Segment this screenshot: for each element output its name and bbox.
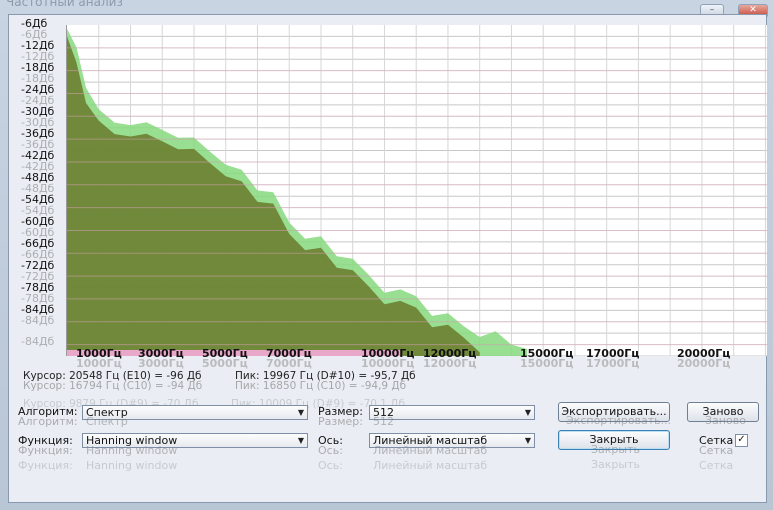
x-tick-label-ghost: 12000Гц [423, 357, 477, 370]
y-bottom-label: -84Дб [21, 335, 55, 348]
function-value-ghost-2: Hanning window [86, 459, 178, 472]
axis-label-ghost-2: Ось: [318, 459, 343, 472]
function-label-ghost-2: Функция: [18, 459, 73, 472]
y-tick-label-ghost: -84Дб [21, 314, 55, 327]
grid-label-ghost-2: Сетка [699, 459, 734, 472]
size-label-ghost: Размер: [318, 415, 363, 428]
close-label-ghost: Закрыть [591, 443, 640, 456]
title-bar[interactable]: Частотный анализ – ✕ [0, 0, 773, 18]
x-tick-label-ghost: 20000Гц [677, 357, 731, 370]
close-label-ghost-2: Закрыть [591, 458, 640, 471]
function-label-ghost: Функция: [18, 444, 73, 457]
x-tick-label-ghost: 3000Гц [138, 357, 184, 370]
frequency-analysis-window: Частотный анализ – ✕ -6Дб -6Дб -12Дб -12Дб -… [0, 0, 773, 510]
x-tick-label-ghost: 15000Гц [520, 357, 574, 370]
x-tick-label-ghost: 5000Гц [202, 357, 248, 370]
x-tick-label-ghost: 7000Гц [266, 357, 312, 370]
grid-label-ghost: Сетка [699, 444, 734, 457]
replot-label-ghost: Заново [705, 414, 746, 427]
chevron-down-icon: ▼ [524, 408, 531, 417]
chevron-down-icon: ▼ [297, 436, 304, 445]
spectrum-chart [67, 25, 767, 356]
chevron-down-icon: ▼ [524, 436, 531, 445]
axis-value-ghost: Линейный масштаб [373, 444, 488, 457]
algorithm-label-ghost: Алгоритм: [18, 415, 78, 428]
axis-label-ghost: Ось: [318, 444, 343, 457]
grid-checkbox[interactable]: ✓ [735, 434, 748, 447]
window-title: Частотный анализ [6, 0, 123, 9]
x-tick-label-ghost: 17000Гц [586, 357, 640, 370]
dialog-client-area: -6Дб -6Дб -12Дб -12Дб -18Дб -18Дб -24Дб -24Дб -3… [8, 14, 767, 503]
axis-value-ghost-2: Линейный масштаб [373, 459, 488, 472]
function-value-ghost: Hanning window [86, 444, 178, 457]
ghost-peak-readout: Пик: 16850 Гц (C10) = -94,9 Дб [235, 380, 407, 392]
y-axis: -6Дб -6Дб -12Дб -12Дб -18Дб -18Дб -24Дб -24Дб -3… [9, 15, 65, 360]
ghost-cursor-readout: Курсор: 16794 Гц (C10) = -94 Дб [23, 380, 203, 392]
size-value-ghost: 512 [373, 415, 394, 428]
x-tick-label-ghost: 10000Гц [361, 357, 415, 370]
algorithm-value-ghost: Спектр [86, 415, 128, 428]
spectrum-plot[interactable] [66, 25, 767, 356]
chevron-down-icon: ▼ [297, 408, 304, 417]
x-tick-label-ghost: 1000Гц [76, 357, 122, 370]
export-label-ghost: Экспортировать... [566, 414, 672, 427]
